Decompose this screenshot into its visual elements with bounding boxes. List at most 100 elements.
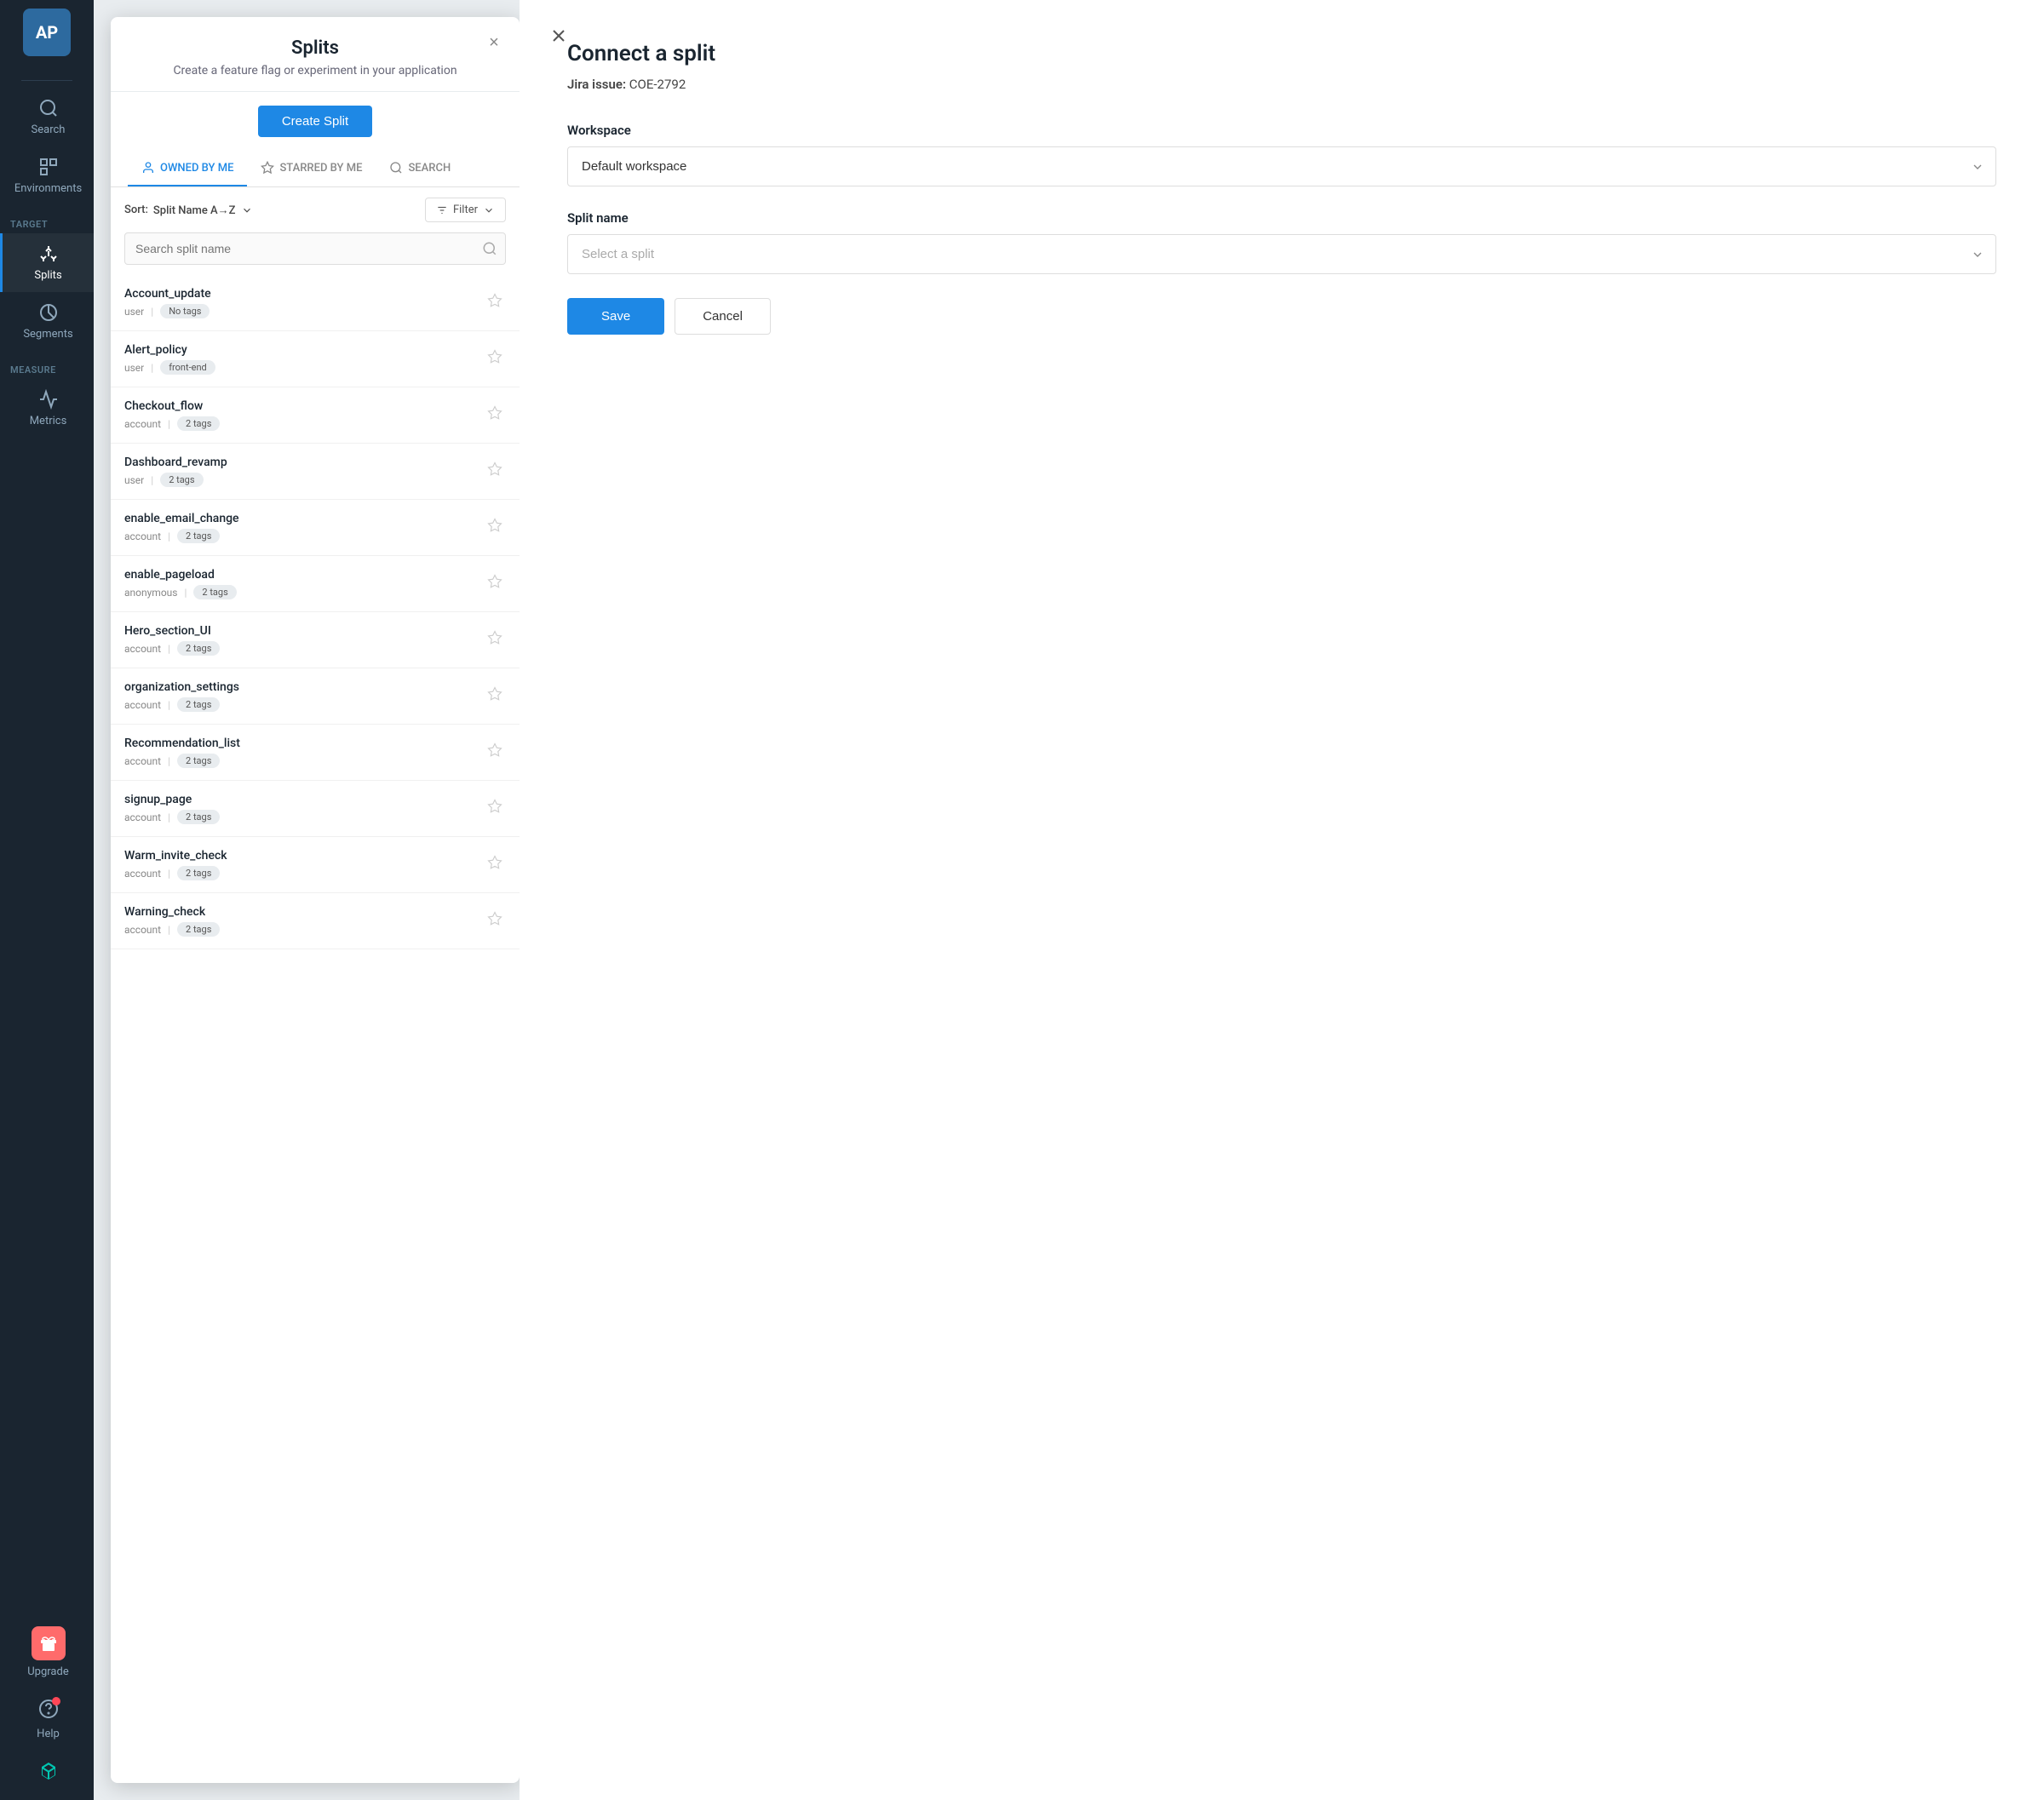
save-button[interactable]: Save (567, 298, 664, 335)
sidebar-item-label: Metrics (30, 415, 67, 427)
split-name: enable_pageload (124, 568, 484, 582)
splits-panel: Splits Create a feature flag or experime… (111, 17, 520, 1783)
star-outline-icon (487, 461, 502, 477)
split-name-select[interactable]: Select a splitAccount_updateAlert_policy… (567, 234, 1996, 274)
split-name: Alert_policy (124, 343, 484, 357)
split-tags: 2 tags (177, 810, 220, 824)
split-separator: | (184, 587, 187, 599)
star-outline-icon (487, 574, 502, 589)
star-outline-icon (487, 686, 502, 702)
cancel-button[interactable]: Cancel (675, 298, 771, 335)
sidebar-item-label: Environments (14, 182, 82, 195)
split-tags: 2 tags (177, 754, 220, 768)
jira-issue-label: Jira issue: (567, 77, 626, 92)
split-type: account (124, 868, 161, 880)
split-type: account (124, 924, 161, 936)
split-list-item[interactable]: organization_settingsaccount|2 tags (111, 668, 520, 725)
star-outline-icon (487, 799, 502, 814)
split-tags: 2 tags (177, 529, 220, 543)
filter-label: Filter (453, 204, 478, 216)
star-button[interactable] (484, 458, 506, 484)
split-list-item[interactable]: Alert_policyuser|front-end (111, 331, 520, 387)
split-list-item[interactable]: Recommendation_listaccount|2 tags (111, 725, 520, 781)
split-tags: No tags (160, 304, 210, 318)
split-list-item[interactable]: Warning_checkaccount|2 tags (111, 893, 520, 949)
split-tags: 2 tags (177, 641, 220, 656)
split-separator: | (151, 362, 153, 374)
sort-label: Sort: (124, 204, 148, 216)
avatar[interactable]: AP (23, 9, 71, 56)
sidebar-item-splits[interactable]: Splits (0, 233, 94, 292)
star-button[interactable] (484, 627, 506, 653)
tab-search[interactable]: SEARCH (376, 151, 464, 186)
split-list-item[interactable]: Checkout_flowaccount|2 tags (111, 387, 520, 444)
sidebar: AP Search Environments TARGET Splits Seg… (0, 0, 94, 1800)
split-name: Hero_section_UI (124, 624, 484, 638)
search-split-input[interactable] (124, 232, 506, 265)
star-button[interactable] (484, 570, 506, 597)
sidebar-item-search[interactable]: Search (0, 88, 94, 146)
split-name: signup_page (124, 793, 484, 806)
split-tags: 2 tags (160, 473, 203, 487)
split-name: Warm_invite_check (124, 849, 484, 863)
tab-label: STARRED BY ME (279, 162, 362, 175)
split-list-item[interactable]: Account_updateuser|No tags (111, 275, 520, 331)
split-list-item[interactable]: enable_email_changeaccount|2 tags (111, 500, 520, 556)
sidebar-item-environments[interactable]: Environments (0, 146, 94, 205)
tab-starred-by-me[interactable]: STARRED BY ME (247, 151, 376, 186)
split-name: Recommendation_list (124, 737, 484, 750)
split-name: Account_update (124, 287, 484, 301)
star-button[interactable] (484, 795, 506, 822)
metrics-icon (38, 389, 59, 410)
tab-owned-by-me[interactable]: OWNED BY ME (128, 151, 247, 186)
workspace-select[interactable]: Default workspace (567, 146, 1996, 186)
star-button[interactable] (484, 739, 506, 765)
sidebar-item-segments[interactable]: Segments (0, 292, 94, 351)
workspace-select-wrapper: Default workspace (567, 146, 1996, 186)
split-name: Dashboard_revamp (124, 456, 484, 469)
split-separator: | (151, 474, 153, 486)
workspace-form-group: Workspace Default workspace (567, 123, 1996, 186)
star-button[interactable] (484, 346, 506, 372)
split-type: user (124, 474, 144, 486)
sort-filter-bar: Sort: Split Name A→Z Filter (111, 187, 520, 232)
split-separator: | (168, 643, 170, 655)
splits-panel-close-button[interactable]: × (482, 31, 506, 54)
sidebar-divider (21, 80, 72, 81)
split-type: account (124, 530, 161, 542)
star-button[interactable] (484, 289, 506, 316)
split-name-form-group: Split name Select a splitAccount_updateA… (567, 210, 1996, 274)
split-name-label: Split name (567, 210, 1996, 226)
split-list-item[interactable]: Warm_invite_checkaccount|2 tags (111, 837, 520, 893)
star-button[interactable] (484, 851, 506, 878)
sidebar-item-help[interactable]: Help (0, 1688, 94, 1751)
sort-selector[interactable]: Sort: Split Name A→Z (124, 204, 253, 217)
star-button[interactable] (484, 514, 506, 541)
sidebar-item-split-logo[interactable] (0, 1751, 94, 1791)
search-input-icon (482, 241, 497, 256)
connect-panel-close-button[interactable] (543, 20, 574, 51)
split-list-item[interactable]: enable_pageloadanonymous|2 tags (111, 556, 520, 612)
sidebar-item-upgrade[interactable]: Upgrade (0, 1616, 94, 1688)
splits-panel-header: Splits Create a feature flag or experime… (111, 17, 520, 92)
star-outline-icon (487, 293, 502, 308)
star-button[interactable] (484, 402, 506, 428)
star-button[interactable] (484, 908, 506, 934)
search-container (111, 232, 520, 275)
sidebar-item-metrics[interactable]: Metrics (0, 379, 94, 438)
split-type: account (124, 755, 161, 767)
main-content: Splits Create a feature flag or experime… (94, 0, 2044, 1800)
star-outline-icon (487, 405, 502, 421)
split-list-item[interactable]: Dashboard_revampuser | 2 tags (111, 444, 520, 500)
jira-issue-value: COE-2792 (629, 77, 686, 92)
search-tab-icon (389, 161, 403, 175)
split-list-item[interactable]: signup_pageaccount|2 tags (111, 781, 520, 837)
split-tags: 2 tags (177, 922, 220, 937)
split-tags: 2 tags (193, 585, 236, 599)
sort-value: Split Name A→Z (153, 204, 236, 217)
star-button[interactable] (484, 683, 506, 709)
create-split-button[interactable]: Create Split (258, 106, 372, 137)
split-list-item[interactable]: Hero_section_UIaccount|2 tags (111, 612, 520, 668)
filter-button[interactable]: Filter (425, 198, 506, 222)
star-outline-icon (487, 742, 502, 758)
